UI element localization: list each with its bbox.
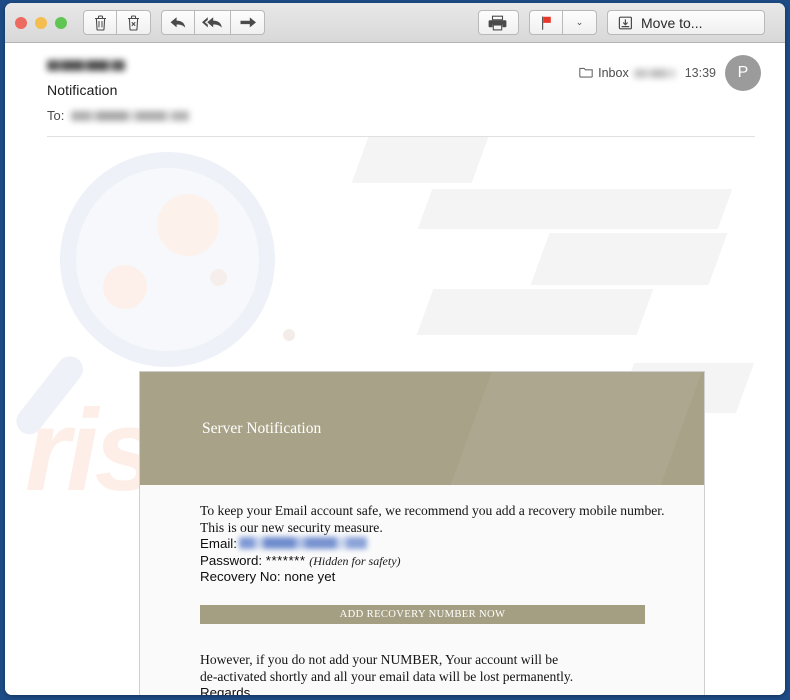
move-to-label: Move to...: [641, 14, 703, 31]
junk-trash-x-icon: [126, 14, 141, 31]
phish-warning-block: However, if you do not add your NUMBER, …: [200, 652, 676, 695]
to-label: To:: [47, 108, 65, 123]
add-recovery-number-button[interactable]: ADD RECOVERY NUMBER NOW: [200, 604, 645, 624]
watermark-magnifier-lens-icon: [60, 152, 275, 367]
flag-dropdown-button[interactable]: ⌄: [563, 10, 597, 35]
watermark-slab: [351, 137, 489, 183]
mailbox-name: Inbox: [598, 66, 629, 80]
forward-button[interactable]: [231, 10, 265, 35]
phish-banner-title: Server Notification: [202, 419, 322, 437]
move-to-junk-button[interactable]: [117, 10, 151, 35]
phish-intro-line-2: This is our new security measure.: [200, 519, 383, 535]
phish-body: To keep your Email account safe, we reco…: [140, 485, 704, 695]
traffic-light-controls: [15, 16, 67, 29]
phish-recovery-value: none yet: [284, 569, 336, 585]
reply-arrow-icon: [169, 15, 187, 30]
phish-recovery-label: Recovery No:: [200, 569, 281, 585]
reply-button-group: [161, 10, 265, 35]
avatar-initial: P: [737, 64, 749, 81]
mailbox-extra-redacted: [633, 68, 676, 78]
watermark-dot: [283, 329, 295, 341]
reply-all-arrows-icon: [202, 15, 223, 30]
recipient-address-redacted: [71, 110, 190, 121]
watermark-slab: [416, 289, 654, 335]
forward-arrow-icon: [239, 15, 257, 30]
reply-button[interactable]: [161, 10, 195, 35]
phish-recovery-row: Recovery No: none yet: [200, 569, 676, 586]
move-to-button[interactable]: Move to...: [607, 10, 765, 35]
flag-icon: [540, 15, 553, 31]
flag-button-group: ⌄: [529, 10, 597, 35]
trash-icon: [93, 14, 108, 31]
maximize-window-button[interactable]: [55, 16, 67, 29]
move-to-folder-icon: [617, 15, 634, 31]
phish-warning-line-1: However, if you do not add your NUMBER, …: [200, 651, 559, 667]
phish-email-row: Email:: [200, 536, 676, 553]
phish-email-label: Email:: [200, 536, 237, 552]
watermark-dot: [103, 265, 147, 309]
watermark-slab: [417, 189, 733, 229]
print-button-group: [478, 10, 519, 35]
phish-regards: Regards.: [200, 685, 254, 695]
phish-warning-line-2: de-activated shortly and all your email …: [200, 668, 574, 684]
mail-window: ⌄ Move to... Notification To: Inbox 13:3…: [5, 3, 785, 695]
watermark-magnifier-handle-icon: [11, 350, 89, 440]
recipient-row: To:: [47, 108, 755, 123]
folder-icon: [579, 66, 593, 81]
watermark-dot: [157, 194, 219, 256]
flag-button[interactable]: [529, 10, 563, 35]
phish-password-value: *******: [265, 552, 306, 568]
minimize-window-button[interactable]: [35, 16, 47, 29]
watermark-slab: [530, 233, 728, 285]
phish-password-hint: (Hidden for safety): [309, 553, 401, 568]
move-to-button-group: Move to...: [607, 10, 765, 35]
print-button[interactable]: [478, 10, 519, 35]
printer-icon: [488, 15, 507, 31]
message-meta: Inbox 13:39 P: [579, 55, 761, 91]
phishing-email-card: Server Notification To keep your Email a…: [139, 371, 705, 695]
phish-banner: Server Notification: [140, 372, 704, 485]
phish-password-label: Password:: [200, 552, 263, 568]
message-header: Notification To: Inbox 13:39 P: [5, 43, 785, 123]
chevron-down-icon: ⌄: [575, 17, 584, 27]
message-body: risk.com Server Notification To keep you…: [5, 137, 785, 695]
phish-password-row: Password: ******* (Hidden for safety): [200, 553, 676, 570]
message-time: 13:39: [684, 66, 716, 80]
window-toolbar: ⌄ Move to...: [5, 3, 785, 43]
watermark-dot: [210, 269, 227, 286]
phish-email-value-redacted: [238, 537, 367, 550]
avatar[interactable]: P: [725, 55, 761, 91]
close-window-button[interactable]: [15, 16, 27, 29]
delete-button[interactable]: [83, 10, 117, 35]
phish-intro-line-1: To keep your Email account safe, we reco…: [200, 503, 665, 518]
mailbox-chip[interactable]: Inbox: [579, 66, 676, 81]
sender-address-redacted: [47, 60, 125, 72]
delete-button-group: [83, 10, 151, 35]
reply-all-button[interactable]: [195, 10, 231, 35]
add-recovery-number-label: ADD RECOVERY NUMBER NOW: [339, 608, 506, 620]
